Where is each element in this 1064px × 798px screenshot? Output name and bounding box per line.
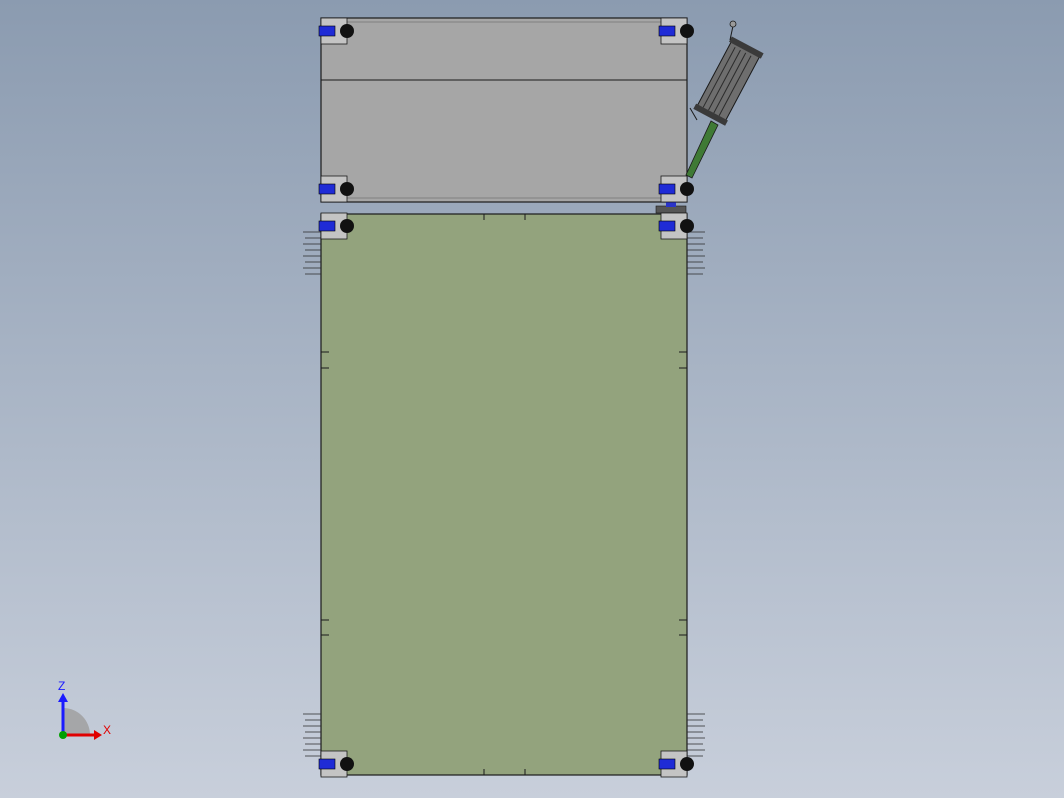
caster-wheel-icon[interactable] (658, 17, 694, 45)
model-view[interactable] (0, 0, 1064, 798)
upper-panel[interactable] (320, 17, 688, 203)
hinge (655, 202, 687, 214)
linear-actuator-icon (685, 20, 764, 179)
coordinate-triad-icon (58, 693, 102, 740)
x-axis-label: X (103, 723, 112, 737)
cad-viewport[interactable]: Z X (0, 0, 1064, 798)
lower-panel[interactable] (320, 213, 688, 776)
z-axis-label: Z (58, 679, 66, 693)
caster-wheel-icon[interactable] (658, 212, 694, 240)
caster-wheel-icon[interactable] (658, 175, 694, 203)
caster-wheel-icon[interactable] (658, 750, 694, 778)
